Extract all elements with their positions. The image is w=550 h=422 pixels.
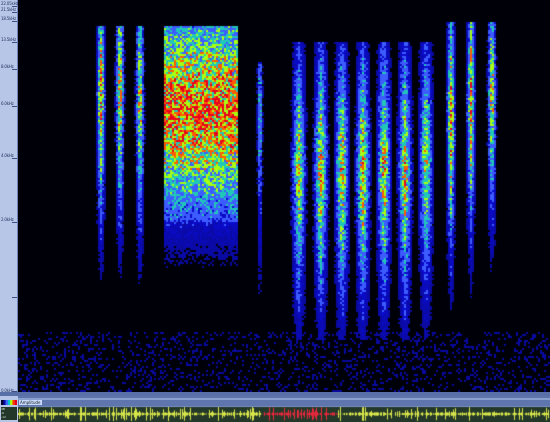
- amp-scale-label: -12: [1, 415, 6, 419]
- amplitude-label: Amplitude: [19, 400, 42, 405]
- colormap-legend: [1, 400, 17, 405]
- freq-tick: [12, 158, 17, 159]
- overview-legend-column: dB -6 -12: [0, 396, 18, 422]
- spectrogram-window: 22.05kHz 21.5kHz 18.5kHz 13.5kHz 8.0kHz …: [0, 0, 550, 422]
- freq-tick: [12, 69, 17, 70]
- colormap-swatch: [1, 400, 4, 405]
- freq-tick: [12, 42, 17, 43]
- waveform-overview[interactable]: [18, 406, 550, 422]
- colormap-swatch: [7, 400, 11, 405]
- freq-tick: [12, 6, 17, 7]
- freq-tick: [12, 21, 17, 22]
- spectrogram-canvas[interactable]: [18, 0, 550, 392]
- time-ruler[interactable]: [18, 398, 550, 400]
- colormap-swatch: [3, 400, 6, 405]
- frequency-axis: 22.05kHz 21.5kHz 18.5kHz 13.5kHz 8.0kHz …: [0, 0, 18, 396]
- amplitude-scale: dB -6 -12: [1, 407, 17, 420]
- colormap-swatch: [10, 400, 13, 405]
- colormap-swatch: [5, 400, 9, 405]
- freq-tick: [12, 106, 17, 107]
- freq-tick: [12, 12, 17, 13]
- freq-tick: [12, 222, 17, 223]
- colormap-swatch: [14, 400, 17, 405]
- freq-tick: [12, 297, 17, 298]
- colormap-swatch: [12, 400, 15, 405]
